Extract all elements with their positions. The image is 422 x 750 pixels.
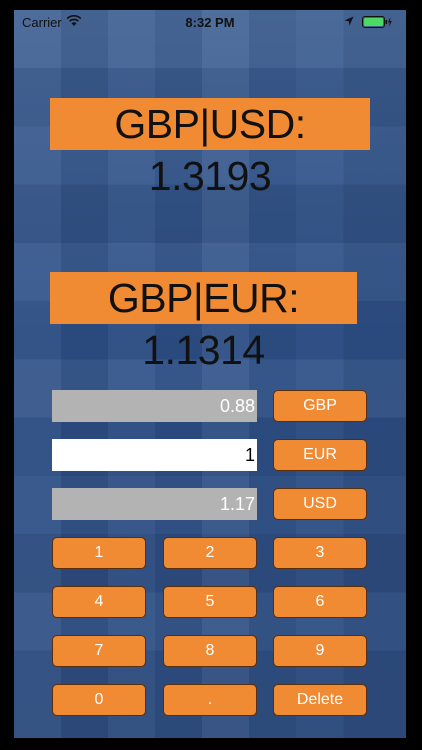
- decimal-point-button[interactable]: .: [163, 684, 257, 716]
- key-1-button[interactable]: 1: [52, 537, 146, 569]
- key-7-button[interactable]: 7: [52, 635, 146, 667]
- key-4-button[interactable]: 4: [52, 586, 146, 618]
- key-3-button[interactable]: 3: [273, 537, 367, 569]
- eur-button[interactable]: EUR: [273, 439, 367, 471]
- battery-icon: [362, 16, 392, 28]
- key-2-button[interactable]: 2: [163, 537, 257, 569]
- gbp-usd-rate-label: GBP|USD: 1.3193: [50, 98, 370, 199]
- delete-button[interactable]: Delete: [273, 684, 367, 716]
- location-arrow-icon: [344, 16, 354, 26]
- key-9-button[interactable]: 9: [273, 635, 367, 667]
- key-8-button[interactable]: 8: [163, 635, 257, 667]
- key-0-button[interactable]: 0: [52, 684, 146, 716]
- gbp-button[interactable]: GBP: [273, 390, 367, 422]
- gbp-amount-field[interactable]: [52, 390, 257, 422]
- usd-amount-field[interactable]: [52, 488, 257, 520]
- gbp-eur-rate-label: GBP|EUR: 1.1314: [50, 272, 357, 373]
- key-5-button[interactable]: 5: [163, 586, 257, 618]
- usd-button[interactable]: USD: [273, 488, 367, 520]
- status-bar: Carrier 8:32 PM: [14, 10, 406, 34]
- eur-amount-field[interactable]: [52, 439, 257, 471]
- app-screen: Carrier 8:32 PM GBP|USD: 1.3193 GBP|EUR:…: [14, 10, 406, 738]
- key-6-button[interactable]: 6: [273, 586, 367, 618]
